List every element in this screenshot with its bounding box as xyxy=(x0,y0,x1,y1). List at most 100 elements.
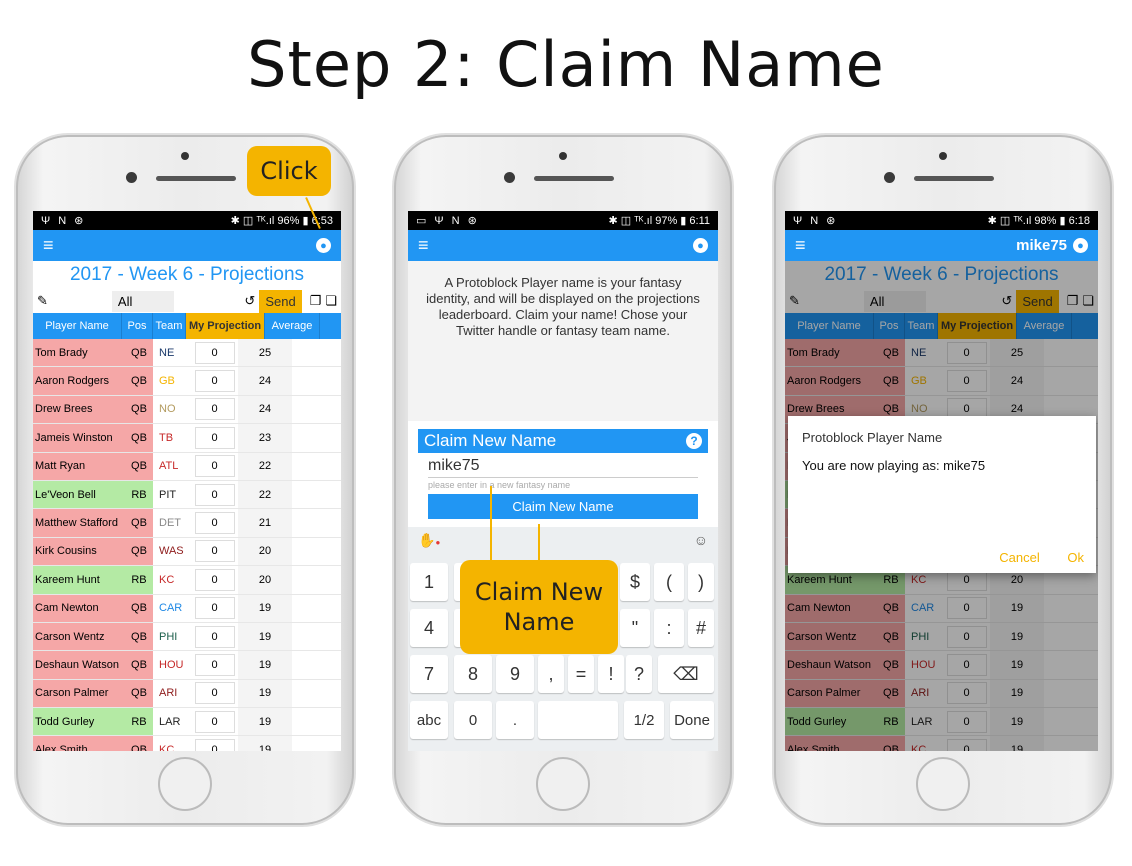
filter-select[interactable]: All xyxy=(111,290,174,312)
emoji-icon[interactable]: ☺ xyxy=(694,532,708,548)
table-row[interactable]: Deshaun Watson QB HOU 0 19 xyxy=(33,651,341,680)
page-title: Step 2: Claim Name xyxy=(247,28,885,101)
table-row[interactable]: Carson Palmer QB ARI 0 19 xyxy=(33,679,341,709)
click-callout-text: Click xyxy=(260,157,318,185)
table-row[interactable]: Matthew StaffordQBDET021 xyxy=(33,509,341,538)
table-row[interactable]: Le'Veon BellRBPIT022 xyxy=(33,480,341,510)
home-button[interactable] xyxy=(916,757,970,811)
table-row[interactable]: Cam Newton QB CAR 0 19 xyxy=(33,594,341,623)
player-name: Aaron Rodgers xyxy=(33,367,125,395)
player-team: NE xyxy=(153,339,191,367)
key[interactable]: ! xyxy=(598,655,624,693)
hamburger-menu-icon[interactable]: ≡ xyxy=(418,235,429,256)
projection-input[interactable]: 0 xyxy=(194,710,235,733)
status-right: ✱ ◫ ᵀᴷ.ıl 98% ▮ 6:18 xyxy=(987,215,1090,227)
username: mike75 xyxy=(1016,237,1067,254)
projection-input[interactable]: 0 xyxy=(194,483,235,506)
projection-cell: 0 xyxy=(191,509,238,537)
table-row[interactable]: Kirk CousinsQBWAS020 xyxy=(33,537,341,567)
projection-input[interactable]: 0 xyxy=(194,568,235,591)
key[interactable]: abc xyxy=(410,701,448,739)
key[interactable]: 0 xyxy=(454,701,492,739)
table-row[interactable]: Jameis WinstonQBTB023 xyxy=(33,424,341,453)
hamburger-menu-icon[interactable]: ≡ xyxy=(43,235,54,256)
player-average: 22 xyxy=(238,480,292,509)
click-callout: Click xyxy=(247,146,331,196)
table-row[interactable]: Todd Gurley RB LAR 0 19 xyxy=(33,708,341,737)
key[interactable]: 1/2 xyxy=(624,701,664,739)
table-row[interactable]: Matt RyanQBATL022 xyxy=(33,452,341,481)
key[interactable]: ) xyxy=(688,563,714,601)
key[interactable]: = xyxy=(568,655,594,693)
key[interactable]: 4 xyxy=(410,609,448,647)
key[interactable]: $ xyxy=(620,563,650,601)
name-input[interactable]: mike75 xyxy=(428,457,698,478)
col-team[interactable]: Team xyxy=(153,313,186,339)
key[interactable]: Done xyxy=(670,701,714,739)
key[interactable]: , xyxy=(538,655,564,693)
player-pos: QB xyxy=(125,736,153,751)
key[interactable]: 7 xyxy=(410,655,448,693)
col-player-name[interactable]: Player Name xyxy=(33,313,122,339)
table-row[interactable]: Tom Brady QB NE 0 25 xyxy=(33,339,341,368)
account-icon[interactable]: ● xyxy=(693,238,708,253)
claim-new-name-button[interactable]: Claim New Name xyxy=(428,494,698,519)
table-row[interactable]: Carson Wentz QB PHI 0 19 xyxy=(33,622,341,652)
key[interactable]: 9 xyxy=(496,655,534,693)
toolbar: ✎ All ↺ Send ❐ ❏ xyxy=(33,289,341,313)
player-pos: QB xyxy=(125,509,153,537)
key[interactable]: 1 xyxy=(410,563,448,601)
key[interactable]: ? xyxy=(626,655,652,693)
home-button[interactable] xyxy=(536,757,590,811)
key[interactable] xyxy=(538,701,618,739)
cancel-button[interactable]: Cancel xyxy=(999,550,1039,565)
projection-cell: 0 xyxy=(191,622,238,651)
table-row[interactable]: Aaron Rodgers QB GB 0 24 xyxy=(33,367,341,396)
projection-input[interactable]: 0 xyxy=(194,625,235,648)
n-icon: N xyxy=(58,215,67,227)
paste-icon[interactable]: ❏ xyxy=(325,293,337,309)
projection-cell: 0 xyxy=(191,566,238,594)
home-button[interactable] xyxy=(158,757,212,811)
key[interactable]: ( xyxy=(654,563,684,601)
send-button[interactable]: Send xyxy=(259,289,302,313)
keyboard-settings-icon[interactable]: ✋● xyxy=(418,532,440,549)
projection-input[interactable]: 0 xyxy=(194,512,235,535)
projection-input[interactable]: 0 xyxy=(194,653,235,676)
table-row[interactable]: Kareem Hunt RB KC 0 20 xyxy=(33,566,341,595)
projection-input[interactable]: 0 xyxy=(194,398,235,421)
col-average[interactable]: Average xyxy=(265,313,320,339)
projection-input[interactable]: 0 xyxy=(194,426,235,449)
copy-icon[interactable]: ❐ xyxy=(310,293,322,309)
projection-input[interactable]: 0 xyxy=(194,370,235,393)
projection-input[interactable]: 0 xyxy=(194,682,235,705)
projection-input[interactable]: 0 xyxy=(194,455,235,478)
hamburger-menu-icon[interactable]: ≡ xyxy=(795,235,806,256)
projection-input[interactable]: 0 xyxy=(194,540,235,563)
account-icon[interactable]: ● xyxy=(316,238,331,253)
table-row[interactable]: Alex Smith QB KC 0 19 xyxy=(33,736,341,751)
col-my-projection[interactable]: My Projection xyxy=(186,313,265,339)
help-icon[interactable]: ? xyxy=(686,433,702,449)
projection-input[interactable]: 0 xyxy=(194,341,235,364)
ok-button[interactable]: Ok xyxy=(1067,550,1084,565)
key[interactable]: 8 xyxy=(454,655,492,693)
projection-cell: 0 xyxy=(191,651,238,679)
edit-icon[interactable]: ✎ xyxy=(37,293,48,309)
key[interactable]: " xyxy=(620,609,650,647)
key[interactable]: # xyxy=(688,609,714,647)
player-team: NO xyxy=(153,395,191,424)
col-pos[interactable]: Pos xyxy=(122,313,153,339)
projection-cell: 0 xyxy=(191,452,238,480)
key[interactable]: ⌫ xyxy=(658,655,714,693)
account-icon[interactable]: ● xyxy=(1073,238,1088,253)
key[interactable]: : xyxy=(654,609,684,647)
player-name: Cam Newton xyxy=(33,594,125,622)
table-row[interactable]: Drew Brees QB NO 0 24 xyxy=(33,395,341,425)
undo-icon[interactable]: ↺ xyxy=(244,293,255,309)
key[interactable]: . xyxy=(496,701,534,739)
player-name: Kirk Cousins xyxy=(33,537,125,566)
projection-input[interactable]: 0 xyxy=(194,739,235,751)
projection-cell: 0 xyxy=(191,537,238,566)
projection-input[interactable]: 0 xyxy=(194,597,235,620)
